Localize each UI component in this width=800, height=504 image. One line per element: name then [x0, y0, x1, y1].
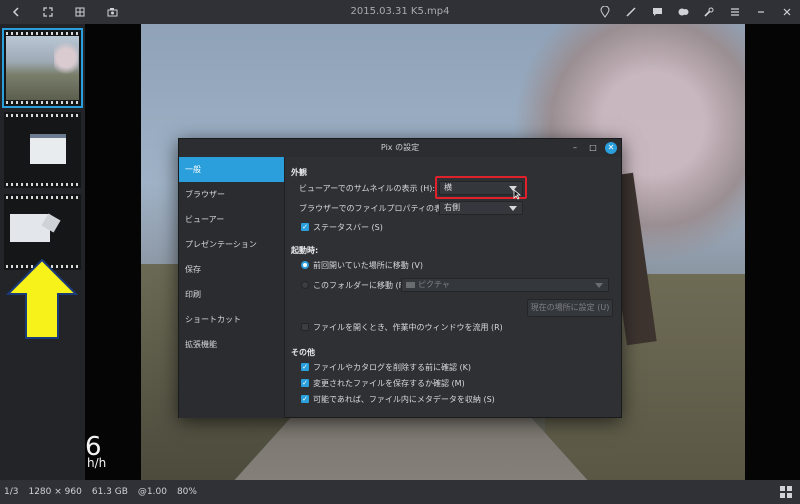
sidebar-item-print[interactable]: 印刷: [179, 282, 284, 307]
confirm-save-label: 変更されたファイルを保存するか確認 (M): [313, 379, 465, 388]
viewer-thumbnail-label: ビューアーでのサムネイルの表示 (H):: [299, 184, 436, 193]
folder-radio[interactable]: [301, 281, 309, 289]
sidebar-item-shortcuts[interactable]: ショートカット: [179, 307, 284, 332]
wrench-icon[interactable]: [696, 0, 722, 24]
sidebar-item-general[interactable]: 一般: [179, 157, 284, 182]
camera-icon[interactable]: [96, 0, 128, 24]
sidebar-item-presentation[interactable]: プレゼンテーション: [179, 232, 284, 257]
grid-view-icon[interactable]: [780, 486, 792, 498]
location-icon[interactable]: [592, 0, 618, 24]
app-window: 2015.03.31 K5.mp4 6 h/h Pix の設定 – □ ✕ 一般…: [0, 0, 800, 504]
browser-file-props-select[interactable]: 右側: [439, 201, 523, 215]
status-zoom-percent: 80%: [176, 487, 197, 497]
settings-body: 外観 ビューアーでのサムネイルの表示 (H): 横 ブラウザーでのファイルプロパ…: [291, 157, 615, 411]
section-heading-other: その他: [291, 348, 315, 357]
settings-sidebar: 一般 ブラウザー ビューアー プレゼンテーション 保存 印刷 ショートカット 拡…: [179, 157, 285, 418]
store-metadata-label: 可能であれば、ファイル内にメタデータを収納 (S): [313, 395, 495, 404]
dialog-title: Pix の設定: [179, 139, 621, 157]
settings-dialog: Pix の設定 – □ ✕ 一般 ブラウザー ビューアー プレゼンテーション 保…: [178, 138, 622, 418]
header-bar: 2015.03.31 K5.mp4: [0, 0, 800, 24]
thumbnail-item[interactable]: [2, 28, 83, 108]
reuse-window-checkbox[interactable]: [301, 323, 309, 331]
grid-icon[interactable]: [64, 0, 96, 24]
status-position: 1/3: [4, 487, 19, 497]
chevron-down-icon: [595, 283, 603, 288]
reuse-window-label: ファイルを開くとき、作業中のウィンドウを流用 (R): [313, 323, 503, 332]
folder-icon: [406, 281, 415, 288]
speed-overlay-unit: h/h: [87, 456, 107, 470]
dialog-minimize-icon[interactable]: –: [569, 141, 581, 155]
sidebar-item-save[interactable]: 保存: [179, 257, 284, 282]
confirm-delete-label: ファイルやカタログを削除する前に確認 (K): [313, 363, 472, 372]
dialog-maximize-icon[interactable]: □: [587, 141, 599, 155]
confirm-save-checkbox[interactable]: ✓: [301, 379, 309, 387]
brush-icon[interactable]: [618, 0, 644, 24]
chevron-down-icon: [509, 206, 517, 211]
sidebar-item-browser[interactable]: ブラウザー: [179, 182, 284, 207]
dialog-close-icon[interactable]: ✕: [605, 142, 617, 154]
sidebar-item-extensions[interactable]: 拡張機能: [179, 332, 284, 357]
last-location-radio[interactable]: [301, 261, 309, 269]
up-arrow-icon: [6, 258, 78, 339]
comment-icon[interactable]: [644, 0, 670, 24]
section-heading-appearance: 外観: [291, 168, 307, 177]
thumbnail-item[interactable]: [4, 112, 81, 188]
close-icon[interactable]: [774, 0, 800, 24]
fullscreen-icon[interactable]: [32, 0, 64, 24]
folder-value: ピクチャ: [418, 280, 450, 289]
tag-icon[interactable]: [670, 0, 696, 24]
thumbnail-strip: [0, 24, 85, 480]
browser-file-props-value: 右側: [444, 203, 460, 212]
status-size: 61.3 GB: [91, 487, 128, 497]
sidebar-item-viewer[interactable]: ビューアー: [179, 207, 284, 232]
minimize-icon[interactable]: [748, 0, 774, 24]
back-icon[interactable]: [0, 0, 32, 24]
status-bar: 1/3 1280 × 960 61.3 GB @1.00 80%: [0, 480, 800, 504]
status-dimensions: 1280 × 960: [28, 487, 82, 497]
folder-label: このフォルダーに移動 (F):: [313, 281, 410, 290]
status-zoom-factor: @1.00: [137, 487, 167, 497]
statusbar-checkbox[interactable]: ✓: [301, 223, 309, 231]
mouse-cursor-icon: [513, 189, 522, 200]
folder-select[interactable]: ピクチャ: [401, 278, 609, 292]
last-location-label: 前回開いていた場所に移動 (V): [313, 261, 424, 270]
set-current-location-button[interactable]: 現在の場所に設定 (U): [527, 299, 613, 317]
menu-icon[interactable]: [722, 0, 748, 24]
section-heading-startup: 起動時:: [291, 246, 319, 255]
statusbar-label: ステータスバー (S): [313, 223, 383, 232]
store-metadata-checkbox[interactable]: ✓: [301, 395, 309, 403]
confirm-delete-checkbox[interactable]: ✓: [301, 363, 309, 371]
